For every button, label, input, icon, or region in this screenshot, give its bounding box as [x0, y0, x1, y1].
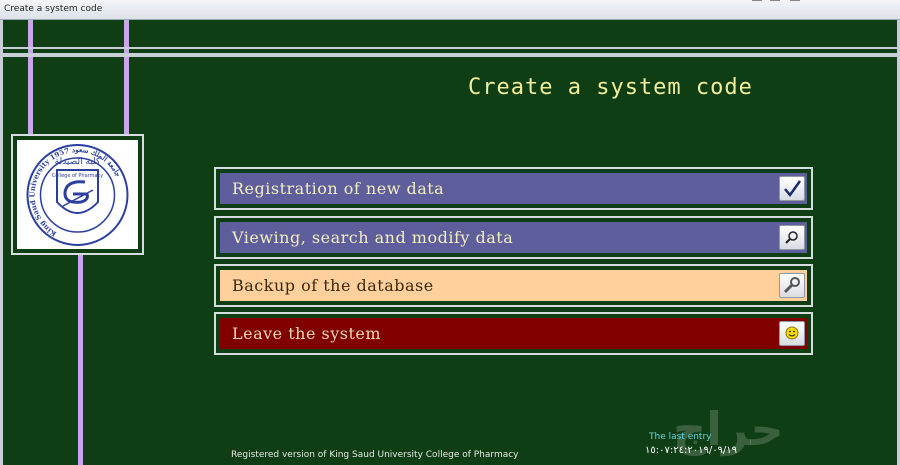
last-entry-label: The last entry [649, 432, 712, 442]
titlebar-mark [770, 0, 780, 4]
main-form: King Saud University 1957 جامعة الملك سع… [3, 20, 897, 465]
menu-label: Viewing, search and modify data [232, 228, 514, 247]
college-logo: King Saud University 1957 جامعة الملك سع… [17, 140, 138, 249]
menu-bar[interactable]: Leave the system [220, 318, 807, 349]
menu-bar[interactable]: Viewing, search and modify data [220, 222, 807, 253]
decor-stripe [28, 20, 33, 134]
smiley-icon[interactable] [779, 321, 805, 346]
decor-stripe [124, 20, 129, 134]
window-title: Create a system code [4, 4, 103, 14]
decor-stripe [78, 255, 83, 465]
checkmark-icon[interactable] [779, 176, 805, 201]
decor-line [3, 47, 897, 49]
menu-label: Registration of new data [232, 179, 445, 198]
last-entry-value: ١٥:٠٧:٢٤:٢٠١٩/٠٩/١٩ [645, 445, 738, 456]
svg-text:College of Pharmacy: College of Pharmacy [52, 173, 104, 179]
window-titlebar[interactable]: Create a system code [0, 0, 900, 20]
page-title: Create a system code [468, 75, 753, 100]
svg-text:كلية الصيدلة: كلية الصيدلة [55, 157, 101, 167]
menu-item-registration[interactable]: Registration of new data [214, 167, 813, 210]
registration-note: Registered version of King Saud Universi… [231, 450, 519, 460]
menu-label: Backup of the database [232, 276, 434, 295]
menu-item-leave[interactable]: Leave the system [214, 312, 813, 355]
titlebar-mark [790, 0, 800, 4]
menu-bar[interactable]: Registration of new data [220, 173, 807, 204]
menu-bar[interactable]: Backup of the database [220, 270, 807, 301]
magnifier-icon[interactable] [779, 225, 805, 250]
wrench-icon[interactable] [779, 273, 805, 298]
menu-item-view-search-modify[interactable]: Viewing, search and modify data [214, 216, 813, 259]
menu-label: Leave the system [232, 324, 382, 343]
menu-item-backup[interactable]: Backup of the database [214, 264, 813, 307]
college-seal-icon: King Saud University 1957 جامعة الملك سع… [26, 144, 129, 246]
logo-frame: King Saud University 1957 جامعة الملك سع… [11, 134, 144, 255]
titlebar-mark [752, 0, 762, 4]
decor-line [3, 53, 897, 57]
